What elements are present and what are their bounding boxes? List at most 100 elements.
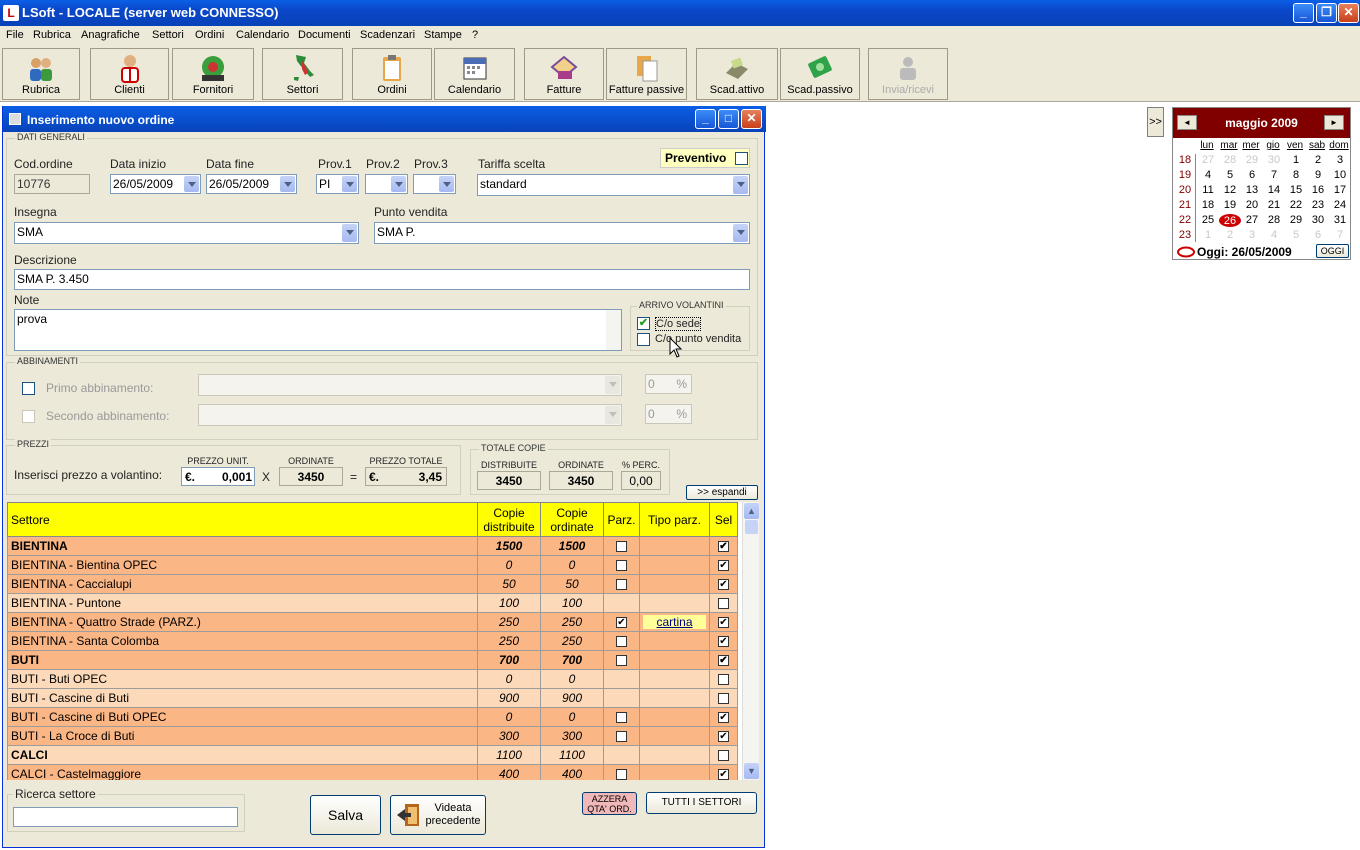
calendar-day[interactable]: 10 bbox=[1329, 169, 1351, 181]
calendar-day[interactable]: 15 bbox=[1285, 184, 1307, 196]
primo-abbinamento-perc[interactable]: 0% bbox=[645, 374, 692, 394]
minimize-button[interactable]: _ bbox=[1293, 3, 1314, 23]
secondo-abbinamento-select[interactable] bbox=[198, 404, 622, 426]
chevron-down-icon[interactable] bbox=[439, 176, 454, 192]
calendar-day[interactable]: 12 bbox=[1219, 184, 1241, 196]
preventivo-checkbox[interactable] bbox=[735, 152, 748, 165]
scroll-thumb[interactable] bbox=[745, 520, 758, 534]
copie-ordinate-cell[interactable]: 0 bbox=[540, 669, 604, 689]
calendar-day[interactable]: 26 bbox=[1219, 214, 1241, 227]
copie-distribuite-cell[interactable]: 700 bbox=[477, 650, 541, 670]
videata-precedente-button[interactable]: Videata precedente bbox=[390, 795, 486, 835]
note-textarea[interactable]: prova bbox=[14, 309, 622, 351]
header-settore[interactable]: Settore bbox=[7, 502, 478, 537]
calendar-day[interactable]: 31 bbox=[1329, 214, 1351, 226]
toolbar-settori-button[interactable]: Settori bbox=[262, 48, 343, 100]
header-parz[interactable]: Parz. bbox=[603, 502, 640, 537]
table-row[interactable]: CALCI - Castelmaggiore 400 400 ✔ bbox=[7, 764, 738, 780]
calendar-day[interactable]: 6 bbox=[1241, 169, 1263, 181]
table-row[interactable]: BIENTINA - Caccialupi 50 50 ✔ bbox=[7, 574, 738, 594]
menu-scadenzari[interactable]: Scadenzari bbox=[360, 29, 415, 41]
copie-ordinate-cell[interactable]: 400 bbox=[540, 764, 604, 780]
copie-ordinate-cell[interactable]: 700 bbox=[540, 650, 604, 670]
calendar-day[interactable]: 3 bbox=[1241, 229, 1263, 241]
calendar-day[interactable]: 13 bbox=[1241, 184, 1263, 196]
punto-vendita-select[interactable]: SMA P. bbox=[374, 222, 750, 244]
calendar-toggle-button[interactable]: >> bbox=[1147, 107, 1164, 137]
table-scrollbar[interactable]: ▲ ▼ bbox=[742, 502, 759, 780]
calendar-day[interactable]: 17 bbox=[1329, 184, 1351, 196]
table-row[interactable]: BIENTINA - Santa Colomba 250 250 ✔ bbox=[7, 631, 738, 651]
chevron-down-icon[interactable] bbox=[605, 376, 620, 394]
copie-ordinate-cell[interactable]: 1500 bbox=[540, 536, 604, 556]
sel-checkbox[interactable]: ✔ bbox=[718, 636, 729, 648]
sel-checkbox[interactable] bbox=[718, 693, 729, 705]
toolbar-scad-attivo-button[interactable]: Scad.attivo bbox=[696, 48, 778, 100]
chevron-down-icon[interactable] bbox=[391, 176, 406, 192]
prov3-select[interactable] bbox=[413, 174, 456, 194]
descrizione-field[interactable]: SMA P. 3.450 bbox=[14, 269, 750, 290]
header-sel[interactable]: Sel bbox=[709, 502, 738, 537]
header-tipo-parz[interactable]: Tipo parz. bbox=[639, 502, 710, 537]
table-row[interactable]: CALCI 1100 1100 bbox=[7, 745, 738, 765]
copie-ordinate-cell[interactable]: 300 bbox=[540, 726, 604, 746]
calendar-day[interactable]: 21 bbox=[1263, 199, 1285, 211]
parz-checkbox[interactable] bbox=[616, 731, 627, 743]
menu-anagrafiche[interactable]: Anagrafiche bbox=[81, 29, 140, 41]
copie-ordinate-cell[interactable]: 100 bbox=[540, 593, 604, 613]
copie-distribuite-cell[interactable]: 900 bbox=[477, 688, 541, 708]
copie-distribuite-cell[interactable]: 100 bbox=[477, 593, 541, 613]
sel-checkbox[interactable]: ✔ bbox=[718, 617, 729, 629]
calendar-day[interactable]: 30 bbox=[1307, 214, 1329, 226]
menu-documenti[interactable]: Documenti bbox=[298, 29, 351, 41]
copie-ordinate-cell[interactable]: 250 bbox=[540, 612, 604, 632]
chevron-down-icon[interactable] bbox=[342, 176, 357, 192]
calendar-day[interactable]: 22 bbox=[1285, 199, 1307, 211]
parz-checkbox[interactable] bbox=[616, 560, 627, 572]
oggi-button[interactable]: OGGI bbox=[1316, 244, 1349, 258]
co-sede-checkbox[interactable]: ✔ bbox=[637, 317, 650, 330]
co-punto-vendita-checkbox[interactable] bbox=[637, 333, 650, 346]
parz-checkbox[interactable] bbox=[616, 769, 627, 780]
copie-distribuite-cell[interactable]: 300 bbox=[477, 726, 541, 746]
calendar-day[interactable]: 23 bbox=[1307, 199, 1329, 211]
chevron-down-icon[interactable] bbox=[342, 224, 357, 242]
toolbar-fatture-passive-button[interactable]: Fatture passive bbox=[606, 48, 687, 100]
toolbar-scad-passivo-button[interactable]: Scad.passivo bbox=[780, 48, 860, 100]
toolbar-clienti-button[interactable]: Clienti bbox=[90, 48, 169, 100]
calendar-day[interactable]: 27 bbox=[1197, 154, 1219, 166]
chevron-down-icon[interactable] bbox=[184, 176, 199, 192]
table-row[interactable]: BUTI - Buti OPEC 0 0 bbox=[7, 669, 738, 689]
calendar-day[interactable]: 9 bbox=[1307, 169, 1329, 181]
calendar-day[interactable]: 20 bbox=[1241, 199, 1263, 211]
calendar-day[interactable]: 8 bbox=[1285, 169, 1307, 181]
tutti-settori-button[interactable]: TUTTI I SETTORI bbox=[646, 792, 757, 814]
primo-abbinamento-select[interactable] bbox=[198, 374, 622, 396]
calendar-day[interactable]: 29 bbox=[1241, 154, 1263, 166]
calendar-day[interactable]: 11 bbox=[1197, 184, 1219, 196]
calendar-day[interactable]: 18 bbox=[1197, 199, 1219, 211]
calendar-day[interactable]: 25 bbox=[1197, 214, 1219, 226]
dialog-minimize-button[interactable]: _ bbox=[695, 109, 716, 129]
close-button[interactable]: ✕ bbox=[1338, 3, 1359, 23]
note-scrollbar[interactable] bbox=[606, 310, 621, 350]
tipo-parz-link[interactable]: cartina bbox=[643, 615, 706, 629]
table-row[interactable]: BIENTINA 1500 1500 ✔ bbox=[7, 536, 738, 556]
menu-stampe[interactable]: Stampe bbox=[424, 29, 462, 41]
sel-checkbox[interactable] bbox=[718, 750, 729, 762]
sel-checkbox[interactable] bbox=[718, 598, 729, 610]
parz-checkbox[interactable] bbox=[616, 541, 627, 553]
table-row[interactable]: BUTI - La Croce di Buti 300 300 ✔ bbox=[7, 726, 738, 746]
calendar-day[interactable]: 3 bbox=[1329, 154, 1351, 166]
calendar-day[interactable]: 27 bbox=[1241, 214, 1263, 226]
copie-distribuite-cell[interactable]: 250 bbox=[477, 631, 541, 651]
calendar-day[interactable]: 24 bbox=[1329, 199, 1351, 211]
calendar-day[interactable]: 16 bbox=[1307, 184, 1329, 196]
scroll-down-icon[interactable]: ▼ bbox=[744, 763, 759, 779]
copie-distribuite-cell[interactable]: 1500 bbox=[477, 536, 541, 556]
primo-abbinamento-checkbox[interactable] bbox=[22, 382, 35, 395]
salva-button[interactable]: Salva bbox=[310, 795, 381, 835]
calendar-day[interactable]: 1 bbox=[1197, 229, 1219, 241]
calendar-day[interactable]: 7 bbox=[1263, 169, 1285, 181]
chevron-down-icon[interactable] bbox=[733, 176, 748, 194]
